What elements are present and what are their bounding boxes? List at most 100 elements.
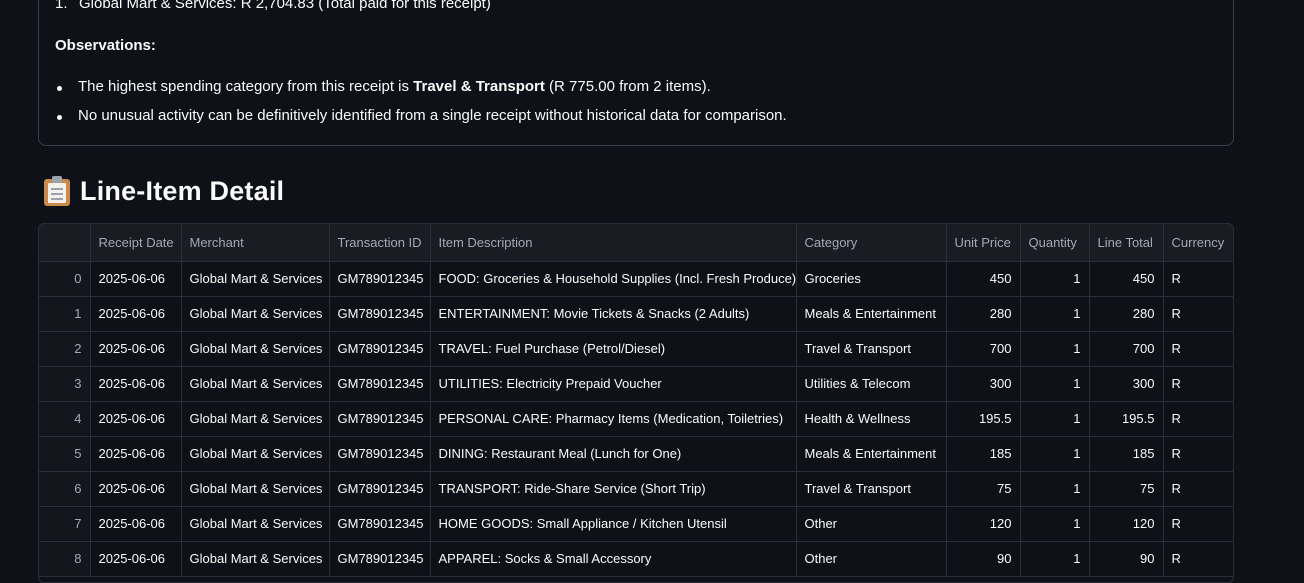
receipt-date-cell[interactable]: 2025-06-06 — [90, 261, 182, 297]
merchant-cell[interactable]: Global Mart & Services — [181, 541, 330, 577]
line-total-cell[interactable]: 195.5 — [1089, 401, 1164, 437]
unit-price-cell[interactable]: 75 — [946, 471, 1021, 507]
merchant-cell[interactable]: Global Mart & Services — [181, 471, 330, 507]
table-row[interactable]: 6 2025-06-06 Global Mart & Services GM78901… — [39, 471, 1233, 507]
line-total-cell[interactable]: 120 — [1089, 506, 1164, 542]
category-cell[interactable]: Travel & Transport — [796, 471, 947, 507]
item-description-cell[interactable]: UTILITIES: Electricity Prepaid Voucher — [430, 366, 797, 402]
merchant-header[interactable]: Merchant — [181, 224, 330, 262]
currency-cell[interactable]: R — [1163, 436, 1233, 472]
merchant-cell[interactable]: Global Mart & Services — [181, 331, 330, 367]
currency-cell[interactable]: R — [1163, 366, 1233, 402]
currency-header[interactable]: Currency — [1163, 224, 1233, 262]
table-row[interactable]: 3 2025-06-06 Global Mart & Services GM78901… — [39, 366, 1233, 402]
category-cell[interactable]: Meals & Entertainment — [796, 436, 947, 472]
item-description-cell[interactable]: ENTERTAINMENT: Movie Tickets & Snacks (2… — [430, 296, 797, 332]
transaction-id-cell[interactable]: GM789012345 — [329, 541, 431, 577]
line-total-cell[interactable]: 450 — [1089, 261, 1164, 297]
line-total-cell[interactable]: 280 — [1089, 296, 1164, 332]
index-header[interactable] — [39, 224, 91, 262]
receipt-date-cell[interactable]: 2025-06-06 — [90, 506, 182, 542]
transaction-id-cell[interactable]: GM789012345 — [329, 471, 431, 507]
currency-cell[interactable]: R — [1163, 506, 1233, 542]
quantity-cell[interactable]: 1 — [1020, 436, 1090, 472]
line-total-cell[interactable]: 300 — [1089, 366, 1164, 402]
table-row[interactable]: 4 2025-06-06 Global Mart & Services GM78901… — [39, 401, 1233, 437]
unit-price-cell[interactable]: 450 — [946, 261, 1021, 297]
transaction-id-cell[interactable]: GM789012345 — [329, 506, 431, 542]
line-total-cell[interactable]: 75 — [1089, 471, 1164, 507]
category-cell[interactable]: Meals & Entertainment — [796, 296, 947, 332]
item-description-header[interactable]: Item Description — [430, 224, 797, 262]
quantity-cell[interactable]: 1 — [1020, 401, 1090, 437]
unit-price-cell[interactable]: 90 — [946, 541, 1021, 577]
category-cell[interactable]: Health & Wellness — [796, 401, 947, 437]
row-index[interactable]: 4 — [39, 401, 91, 437]
transaction-id-cell[interactable]: GM789012345 — [329, 261, 431, 297]
unit-price-cell[interactable]: 185 — [946, 436, 1021, 472]
line-item-table[interactable]: Receipt Date Merchant Transaction ID Item D… — [38, 223, 1234, 583]
receipt-date-cell[interactable]: 2025-06-06 — [90, 471, 182, 507]
quantity-header[interactable]: Quantity — [1020, 224, 1090, 262]
line-total-cell[interactable]: 90 — [1089, 541, 1164, 577]
quantity-cell[interactable]: 1 — [1020, 541, 1090, 577]
currency-cell[interactable]: R — [1163, 331, 1233, 367]
transaction-id-header[interactable]: Transaction ID — [329, 224, 431, 262]
merchant-cell[interactable]: Global Mart & Services — [181, 436, 330, 472]
receipt-date-cell[interactable]: 2025-06-06 — [90, 541, 182, 577]
item-description-cell[interactable]: HOME GOODS: Small Appliance / Kitchen Ut… — [430, 506, 797, 542]
merchant-cell[interactable]: Global Mart & Services — [181, 366, 330, 402]
transaction-id-cell[interactable]: GM789012345 — [329, 331, 431, 367]
row-index[interactable]: 8 — [39, 541, 91, 577]
item-description-cell[interactable]: TRANSPORT: Ride-Share Service (Short Tri… — [430, 471, 797, 507]
quantity-cell[interactable]: 1 — [1020, 261, 1090, 297]
line-total-header[interactable]: Line Total — [1089, 224, 1164, 262]
currency-cell[interactable]: R — [1163, 541, 1233, 577]
row-index[interactable]: 6 — [39, 471, 91, 507]
line-total-cell[interactable]: 185 — [1089, 436, 1164, 472]
transaction-id-cell[interactable]: GM789012345 — [329, 436, 431, 472]
table-row[interactable]: 0 2025-06-06 Global Mart & Services GM78901… — [39, 261, 1233, 297]
row-index[interactable]: 2 — [39, 331, 91, 367]
receipt-date-cell[interactable]: 2025-06-06 — [90, 401, 182, 437]
table-row[interactable]: 7 2025-06-06 Global Mart & Services GM78901… — [39, 506, 1233, 542]
merchant-cell[interactable]: Global Mart & Services — [181, 401, 330, 437]
unit-price-cell[interactable]: 300 — [946, 366, 1021, 402]
unit-price-cell[interactable]: 120 — [946, 506, 1021, 542]
receipt-date-cell[interactable]: 2025-06-06 — [90, 296, 182, 332]
item-description-cell[interactable]: APPAREL: Socks & Small Accessory — [430, 541, 797, 577]
unit-price-cell[interactable]: 195.5 — [946, 401, 1021, 437]
currency-cell[interactable]: R — [1163, 401, 1233, 437]
quantity-cell[interactable]: 1 — [1020, 506, 1090, 542]
currency-cell[interactable]: R — [1163, 471, 1233, 507]
category-cell[interactable]: Other — [796, 541, 947, 577]
table-row[interactable]: 1 2025-06-06 Global Mart & Services GM78901… — [39, 296, 1233, 332]
currency-cell[interactable]: R — [1163, 296, 1233, 332]
receipt-date-cell[interactable]: 2025-06-06 — [90, 331, 182, 367]
category-cell[interactable]: Groceries — [796, 261, 947, 297]
row-index[interactable]: 5 — [39, 436, 91, 472]
item-description-cell[interactable]: TRAVEL: Fuel Purchase (Petrol/Diesel) — [430, 331, 797, 367]
merchant-cell[interactable]: Global Mart & Services — [181, 506, 330, 542]
quantity-cell[interactable]: 1 — [1020, 331, 1090, 367]
receipt-date-header[interactable]: Receipt Date — [90, 224, 182, 262]
category-cell[interactable]: Utilities & Telecom — [796, 366, 947, 402]
item-description-cell[interactable]: FOOD: Groceries & Household Supplies (In… — [430, 261, 797, 297]
currency-cell[interactable]: R — [1163, 261, 1233, 297]
quantity-cell[interactable]: 1 — [1020, 471, 1090, 507]
merchant-cell[interactable]: Global Mart & Services — [181, 296, 330, 332]
transaction-id-cell[interactable]: GM789012345 — [329, 366, 431, 402]
table-row[interactable]: 8 2025-06-06 Global Mart & Services GM78901… — [39, 541, 1233, 577]
row-index[interactable]: 3 — [39, 366, 91, 402]
transaction-id-cell[interactable]: GM789012345 — [329, 296, 431, 332]
merchant-cell[interactable]: Global Mart & Services — [181, 261, 330, 297]
item-description-cell[interactable]: DINING: Restaurant Meal (Lunch for One) — [430, 436, 797, 472]
row-index[interactable]: 0 — [39, 261, 91, 297]
transaction-id-cell[interactable]: GM789012345 — [329, 401, 431, 437]
quantity-cell[interactable]: 1 — [1020, 296, 1090, 332]
line-total-cell[interactable]: 700 — [1089, 331, 1164, 367]
receipt-date-cell[interactable]: 2025-06-06 — [90, 366, 182, 402]
quantity-cell[interactable]: 1 — [1020, 366, 1090, 402]
row-index[interactable]: 1 — [39, 296, 91, 332]
category-cell[interactable]: Other — [796, 506, 947, 542]
